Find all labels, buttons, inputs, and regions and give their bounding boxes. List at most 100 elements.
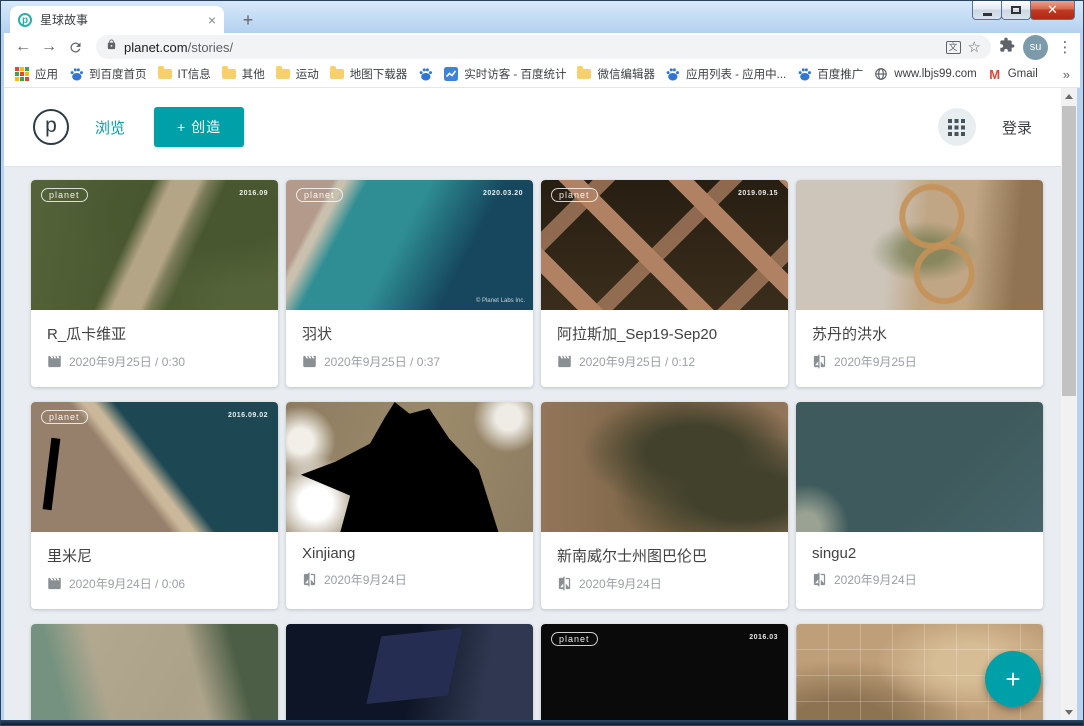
- story-card[interactable]: planet 2016.09 R_瓜卡维亚 2020年9月25日 / 0:30: [31, 180, 278, 387]
- story-thumbnail: [796, 180, 1043, 310]
- chart-icon: [443, 66, 459, 82]
- story-card[interactable]: Xinjiang 2020年9月24日: [286, 402, 533, 609]
- story-thumbnail: [31, 624, 278, 720]
- story-date: 2020年9月25日 / 0:12: [579, 353, 695, 370]
- story-title: 里米尼: [47, 545, 262, 566]
- bookmark-item[interactable]: www.lbjs99.com: [873, 66, 976, 82]
- bookmark-item[interactable]: 百度推广: [796, 66, 863, 82]
- browser-toolbar: ← → planet.com/stories/ 文 ☆ su ⋮: [4, 33, 1080, 61]
- apps-grid-button[interactable]: [938, 108, 976, 146]
- story-card[interactable]: 新南威尔士州图巴伦巴 2020年9月24日: [541, 402, 788, 609]
- bookmark-item[interactable]: 地图下载器: [329, 66, 408, 82]
- scrollbar-thumb[interactable]: [1062, 106, 1076, 396]
- story-date: 2020年9月25日 / 0:37: [324, 353, 440, 370]
- bookmark-label: www.lbjs99.com: [894, 68, 976, 80]
- browser-tab[interactable]: p 星球故事 ×: [10, 6, 224, 33]
- story-thumbnail: planet 2016.09: [31, 180, 278, 310]
- story-card[interactable]: [286, 624, 533, 720]
- story-thumbnail: planet 2019.09.15: [541, 180, 788, 310]
- story-thumbnail: planet 2016.09.02: [31, 402, 278, 532]
- story-title: Xinjiang: [302, 545, 517, 562]
- bookmark-label: 地图下载器: [350, 66, 408, 82]
- story-title: 苏丹的洪水: [812, 323, 1027, 344]
- planet-logo[interactable]: p: [33, 109, 69, 145]
- window-bottom-frame: [0, 720, 1084, 726]
- baidu-icon: [796, 66, 812, 82]
- bookmark-item[interactable]: 微信编辑器: [576, 66, 655, 82]
- bookmark-item[interactable]: IT信息: [157, 66, 211, 82]
- close-button[interactable]: ✕: [1030, 1, 1075, 20]
- baidu-icon: [68, 66, 84, 82]
- browser-menu-icon[interactable]: ⋮: [1056, 38, 1074, 56]
- story-card[interactable]: planet 2019.09.15 阿拉斯加_Sep19-Sep20 2020年…: [541, 180, 788, 387]
- bookmark-item[interactable]: 应用: [14, 66, 58, 82]
- bookmark-item[interactable]: 其他: [221, 66, 265, 82]
- forward-icon[interactable]: →: [36, 35, 62, 59]
- minimize-button[interactable]: [972, 1, 1002, 20]
- close-icon: ✕: [1047, 2, 1058, 18]
- story-card[interactable]: [31, 624, 278, 720]
- url-text: planet.com/stories/: [124, 40, 939, 55]
- story-thumbnail: planet 2020.03.20 © Planet Labs Inc.: [286, 180, 533, 310]
- bookmark-item[interactable]: [417, 66, 433, 82]
- baidu-icon: [665, 66, 681, 82]
- tab-close-icon[interactable]: ×: [208, 12, 216, 28]
- tab-title: 星球故事: [40, 11, 208, 28]
- login-link[interactable]: 登录: [1002, 117, 1032, 138]
- date-stamp: 2016.09: [239, 190, 268, 197]
- bookmark-star-icon[interactable]: ☆: [968, 38, 981, 56]
- window-titlebar: p 星球故事 × + ✕: [0, 0, 1084, 33]
- scroll-down-button[interactable]: [1061, 704, 1077, 720]
- story-date: 2020年9月25日: [834, 353, 917, 370]
- story-date: 2020年9月24日 / 0:06: [69, 575, 185, 592]
- profile-avatar[interactable]: su: [1023, 35, 1048, 60]
- grid-dots-icon: [948, 119, 965, 136]
- back-icon[interactable]: ←: [10, 35, 36, 59]
- nav-browse-link[interactable]: 浏览: [95, 117, 125, 138]
- bookmark-item[interactable]: 实时访客 - 百度统计: [443, 66, 566, 82]
- compare-icon: [812, 572, 827, 587]
- thumbnail-artifact: [286, 402, 533, 532]
- folder-icon: [329, 66, 345, 82]
- bookmark-item[interactable]: M Gmail: [987, 66, 1038, 82]
- scroll-up-button[interactable]: [1061, 88, 1077, 104]
- site-header: p 浏览 + 创造 登录: [4, 88, 1061, 167]
- globe-icon: [873, 66, 889, 82]
- create-button[interactable]: + 创造: [154, 107, 244, 147]
- lock-icon: [106, 38, 117, 56]
- folder-icon: [576, 66, 592, 82]
- copyright-label: © Planet Labs Inc.: [476, 298, 525, 304]
- translate-icon[interactable]: 文: [946, 41, 961, 54]
- new-tab-button[interactable]: +: [236, 8, 260, 32]
- bookmark-item[interactable]: 到百度首页: [68, 66, 147, 82]
- story-thumbnail: [286, 624, 533, 720]
- bookmark-item[interactable]: 应用列表 - 应用中...: [665, 66, 786, 82]
- page-scrollbar[interactable]: [1061, 88, 1077, 720]
- bookmark-label: 到百度首页: [89, 66, 147, 82]
- bookmarks-overflow-icon[interactable]: »: [1063, 67, 1070, 82]
- story-title: R_瓜卡维亚: [47, 323, 262, 344]
- story-title: singu2: [812, 545, 1027, 562]
- date-stamp: 2020.03.20: [483, 190, 523, 197]
- bookmark-item[interactable]: 运动: [275, 66, 319, 82]
- story-card[interactable]: singu2 2020年9月24日: [796, 402, 1043, 609]
- extensions-puzzle-icon[interactable]: [999, 37, 1015, 58]
- bookmark-label: Gmail: [1008, 68, 1038, 80]
- story-title: 羽状: [302, 323, 517, 344]
- planet-watermark: planet: [551, 632, 598, 646]
- address-bar[interactable]: planet.com/stories/ 文 ☆: [96, 35, 991, 59]
- story-card[interactable]: planet 2016.03: [541, 624, 788, 720]
- baidu-icon: [417, 66, 433, 82]
- reload-icon[interactable]: [62, 35, 88, 59]
- maximize-button[interactable]: [1001, 1, 1031, 20]
- story-card[interactable]: 苏丹的洪水 2020年9月25日: [796, 180, 1043, 387]
- story-thumbnail: planet 2016.03: [541, 624, 788, 720]
- create-story-fab[interactable]: +: [985, 651, 1041, 707]
- page-content: p 浏览 + 创造 登录 planet 2016.09: [4, 88, 1061, 720]
- compare-icon: [302, 572, 317, 587]
- story-card[interactable]: planet 2016.09.02 里米尼 2020年9月24日 / 0:06: [31, 402, 278, 609]
- story-card[interactable]: planet 2020.03.20 © Planet Labs Inc. 羽状 …: [286, 180, 533, 387]
- window-controls: ✕: [973, 1, 1075, 20]
- story-date: 2020年9月24日: [324, 571, 407, 588]
- planet-favicon-icon: p: [18, 13, 32, 27]
